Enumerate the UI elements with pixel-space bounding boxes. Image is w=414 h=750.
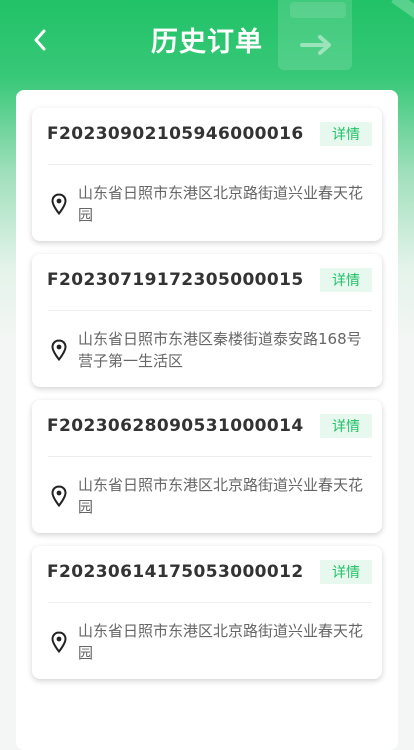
order-address: 山东省日照市东港区秦楼街道泰安路168号营子第一生活区 — [78, 330, 362, 370]
nav-bar: 历史订单 — [0, 0, 414, 80]
order-address: 山东省日照市东港区北京路街道兴业春天花园 — [78, 476, 364, 516]
order-number: F20230902105946000016 — [47, 124, 304, 144]
order-number: F20230628090531000014 — [47, 416, 304, 436]
divider — [48, 310, 372, 311]
order-number: F20230719172305000015 — [47, 270, 304, 290]
detail-button[interactable]: 详情 — [320, 560, 372, 584]
divider — [48, 602, 372, 603]
order-card[interactable]: F20230719172305000015 详情 山东省日照市东港区秦楼街道泰安… — [32, 254, 382, 387]
divider — [48, 164, 372, 165]
order-card[interactable]: F20230902105946000016 详情 山东省日照市东港区北京路街道兴… — [32, 108, 382, 241]
order-address: 山东省日照市东港区北京路街道兴业春天花园 — [78, 622, 364, 662]
location-pin-icon — [51, 193, 67, 215]
order-number: F20230614175053000012 — [47, 562, 304, 582]
detail-button[interactable]: 详情 — [320, 268, 372, 292]
order-address: 山东省日照市东港区北京路街道兴业春天花园 — [78, 184, 364, 224]
divider — [48, 456, 372, 457]
detail-button[interactable]: 详情 — [320, 414, 372, 438]
order-card[interactable]: F20230614175053000012 详情 山东省日照市东港区北京路街道兴… — [32, 546, 382, 679]
order-card[interactable]: F20230628090531000014 详情 山东省日照市东港区北京路街道兴… — [32, 400, 382, 533]
location-pin-icon — [51, 631, 67, 653]
detail-button[interactable]: 详情 — [320, 122, 372, 146]
page-title: 历史订单 — [151, 27, 263, 58]
location-pin-icon — [51, 485, 67, 507]
location-pin-icon — [51, 339, 67, 361]
